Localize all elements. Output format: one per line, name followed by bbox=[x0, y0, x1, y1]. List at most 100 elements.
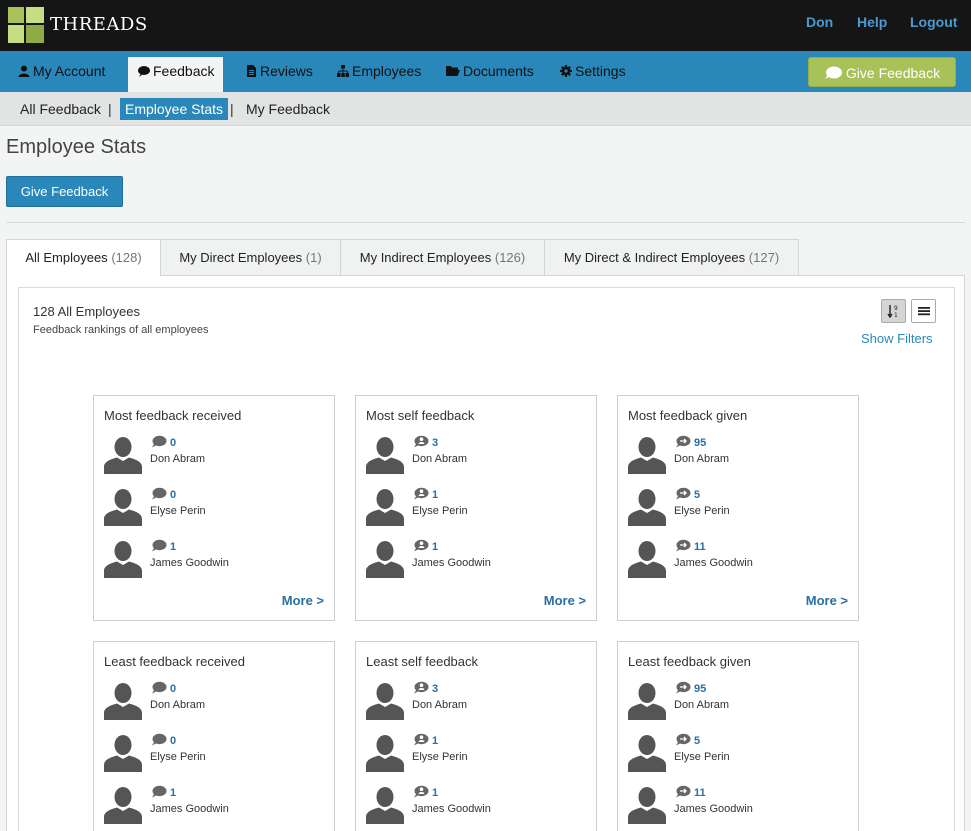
list-view-button[interactable] bbox=[911, 299, 936, 323]
tab-label: My Direct & Indirect Employees bbox=[563, 250, 746, 265]
card-title: Least self feedback bbox=[366, 654, 479, 669]
feedback-count-link[interactable]: 11 bbox=[675, 539, 706, 553]
user-link[interactable]: Don bbox=[806, 14, 833, 30]
employee-name: Don Abram bbox=[674, 453, 730, 465]
avatar[interactable] bbox=[628, 486, 666, 526]
folder-icon bbox=[446, 66, 460, 76]
feedback-count-link[interactable]: 1 bbox=[151, 539, 176, 553]
subnav-employee-stats[interactable]: Employee Stats bbox=[120, 98, 229, 120]
card-title: Most feedback given bbox=[628, 408, 748, 423]
feedback-count-link[interactable]: 0 bbox=[151, 435, 176, 449]
avatar[interactable] bbox=[104, 680, 142, 720]
count-value: 1 bbox=[170, 541, 177, 553]
more-link[interactable]: More > bbox=[282, 593, 324, 608]
card-title: Least feedback given bbox=[628, 654, 751, 669]
avatar[interactable] bbox=[628, 732, 666, 772]
feedback-count-link[interactable]: 1 bbox=[413, 733, 438, 747]
list-item: 11 James Goodwin bbox=[628, 784, 848, 826]
feedback-count-link[interactable]: 0 bbox=[151, 733, 176, 747]
feedback-count-link[interactable]: 1 bbox=[413, 487, 438, 501]
tab-all-employees[interactable]: All Employees (128) bbox=[6, 239, 161, 276]
count-value: 3 bbox=[432, 683, 439, 695]
tab-label: My Direct Employees bbox=[179, 250, 303, 265]
tab-my-indirect-employees[interactable]: My Indirect Employees (126) bbox=[340, 239, 545, 275]
comment-icon bbox=[151, 733, 170, 747]
avatar[interactable] bbox=[104, 486, 142, 526]
logout-link[interactable]: Logout bbox=[910, 14, 957, 30]
employee-name: James Goodwin bbox=[674, 557, 753, 569]
stat-card: Most feedback given 95 Don Abram 5 Elyse Per… bbox=[617, 395, 859, 621]
feedback-count-link[interactable]: 5 bbox=[675, 733, 700, 747]
avatar[interactable] bbox=[366, 732, 404, 772]
page-title: Employee Stats bbox=[6, 136, 147, 158]
avatar[interactable] bbox=[104, 784, 142, 824]
more-link[interactable]: More > bbox=[544, 593, 586, 608]
self-comment-icon bbox=[413, 785, 432, 799]
divider bbox=[6, 222, 965, 223]
nav-item-documents[interactable]: Documents bbox=[436, 57, 544, 92]
avatar[interactable] bbox=[366, 784, 404, 824]
nav-item-settings[interactable]: Settings bbox=[550, 57, 636, 92]
sort-numeric-icon: 91 bbox=[887, 305, 898, 318]
employee-name: Don Abram bbox=[412, 699, 468, 711]
avatar[interactable] bbox=[104, 434, 142, 474]
feedback-count-link[interactable]: 1 bbox=[413, 785, 438, 799]
feedback-count-link[interactable]: 95 bbox=[675, 681, 706, 695]
more-link[interactable]: More > bbox=[806, 593, 848, 608]
avatar[interactable] bbox=[104, 538, 142, 578]
panel-subtitle: Feedback rankings of all employees bbox=[33, 324, 209, 336]
card-title: Least feedback received bbox=[104, 654, 245, 669]
threads-logo-icon[interactable] bbox=[8, 7, 44, 43]
list-item: 1 Elyse Perin bbox=[366, 732, 586, 774]
avatar[interactable] bbox=[628, 538, 666, 578]
self-comment-icon bbox=[413, 487, 432, 501]
list-item: 0 Elyse Perin bbox=[104, 732, 324, 774]
feedback-count-link[interactable]: 95 bbox=[675, 435, 706, 449]
sort-button[interactable]: 91 bbox=[881, 299, 906, 323]
give-feedback-button[interactable]: Give Feedback bbox=[6, 176, 123, 207]
avatar[interactable] bbox=[366, 538, 404, 578]
give-comment-icon bbox=[675, 435, 694, 449]
tab-my-direct-indirect-employees[interactable]: My Direct & Indirect Employees (127) bbox=[544, 239, 799, 275]
brand-name[interactable]: THREADS bbox=[50, 14, 148, 35]
comment-icon bbox=[151, 487, 170, 501]
avatar[interactable] bbox=[104, 732, 142, 772]
show-filters-link[interactable]: Show Filters bbox=[861, 331, 933, 346]
subnav-separator: | bbox=[108, 101, 112, 117]
avatar[interactable] bbox=[628, 680, 666, 720]
nav-item-my-account[interactable]: My Account bbox=[8, 57, 115, 92]
feedback-count-link[interactable]: 11 bbox=[675, 785, 706, 799]
avatar[interactable] bbox=[366, 680, 404, 720]
employee-name: Elyse Perin bbox=[150, 505, 206, 517]
tab-panel: 128 All Employees Feedback rankings of a… bbox=[6, 275, 965, 831]
avatar[interactable] bbox=[366, 434, 404, 474]
nav-item-feedback[interactable]: Feedback bbox=[128, 57, 223, 92]
feedback-count-link[interactable]: 1 bbox=[413, 539, 438, 553]
tab-count: (128) bbox=[111, 250, 142, 265]
stat-card: Most self feedback 3 Don Abram 1 Elyse Perin… bbox=[355, 395, 597, 621]
give-feedback-label: Give Feedback bbox=[845, 65, 941, 81]
comment-icon bbox=[151, 681, 170, 695]
feedback-count-link[interactable]: 0 bbox=[151, 681, 176, 695]
feedback-count-link[interactable]: 3 bbox=[413, 681, 438, 695]
feedback-count-link[interactable]: 5 bbox=[675, 487, 700, 501]
stat-card: Least feedback received 0 Don Abram 0 Elyse … bbox=[93, 641, 335, 831]
feedback-count-link[interactable]: 3 bbox=[413, 435, 438, 449]
avatar[interactable] bbox=[628, 434, 666, 474]
tab-my-direct-employees[interactable]: My Direct Employees (1) bbox=[160, 239, 341, 275]
nav-item-reviews[interactable]: Reviews bbox=[235, 57, 323, 92]
avatar[interactable] bbox=[628, 784, 666, 824]
help-link[interactable]: Help bbox=[857, 14, 887, 30]
avatar[interactable] bbox=[366, 486, 404, 526]
comment-icon bbox=[151, 435, 170, 449]
feedback-count-link[interactable]: 0 bbox=[151, 487, 176, 501]
subnav-my-feedback[interactable]: My Feedback bbox=[241, 98, 335, 120]
header-give-feedback-button[interactable]: Give Feedback bbox=[808, 57, 956, 87]
nav-item-employees[interactable]: Employees bbox=[327, 57, 431, 92]
give-comment-icon bbox=[675, 487, 694, 501]
employee-name: Elyse Perin bbox=[412, 751, 468, 763]
sitemap-icon bbox=[337, 65, 349, 77]
subnav-all-feedback[interactable]: All Feedback bbox=[15, 98, 106, 120]
feedback-count-link[interactable]: 1 bbox=[151, 785, 176, 799]
list-item: 3 Don Abram bbox=[366, 680, 586, 722]
